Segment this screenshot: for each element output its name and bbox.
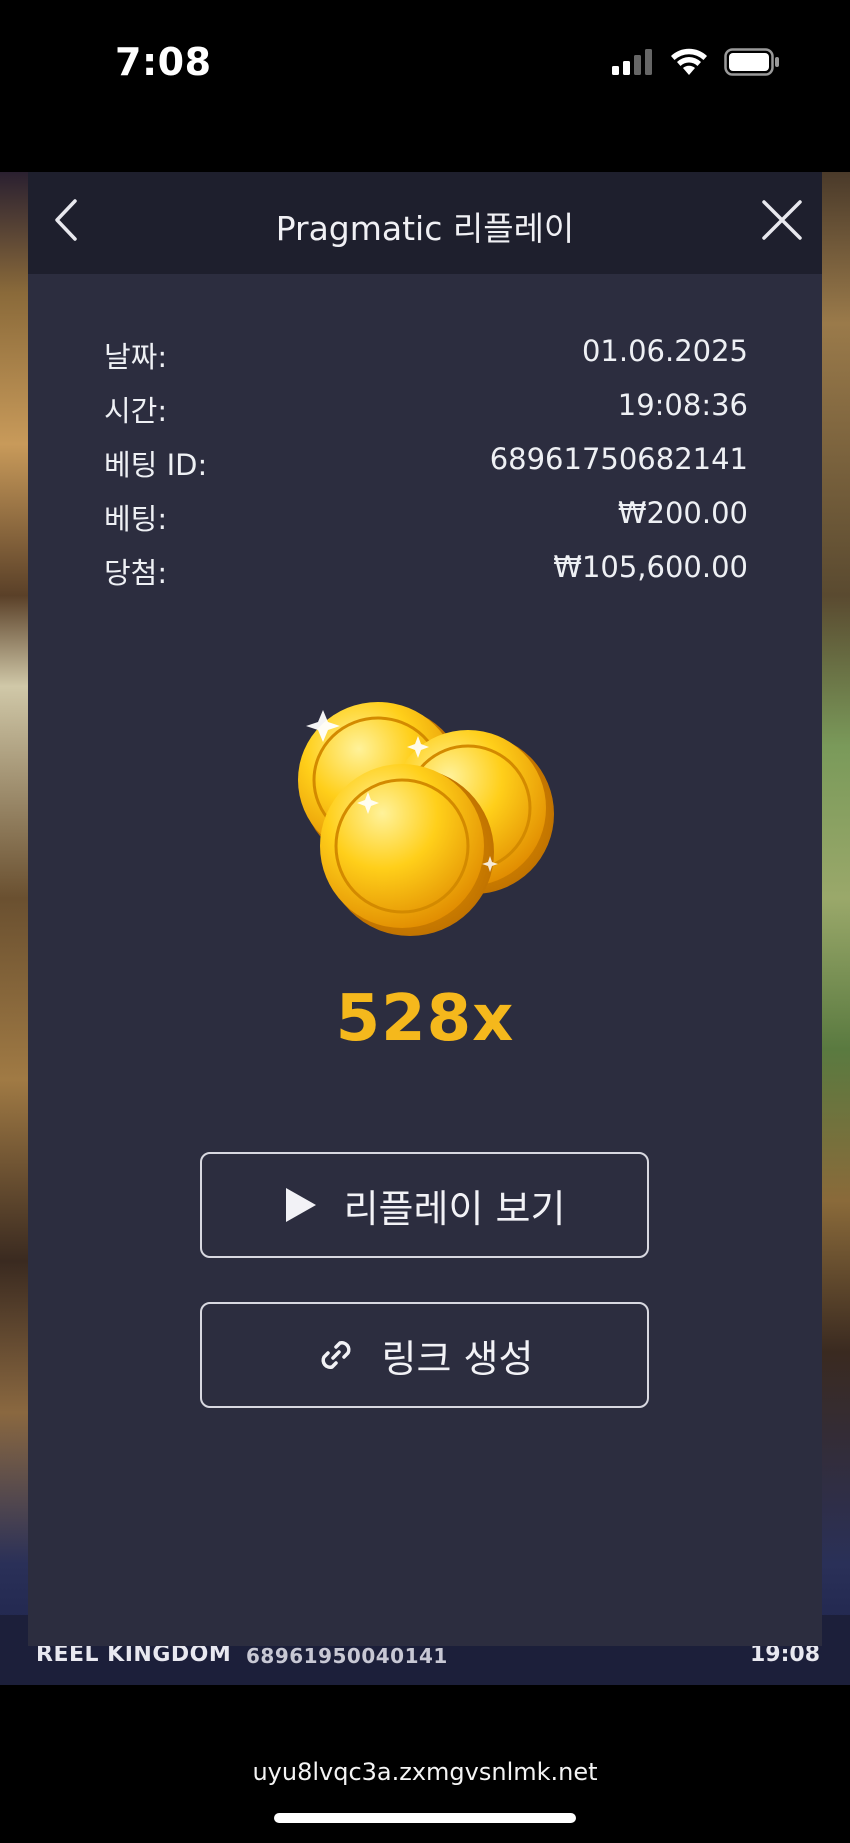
game-background-right: [822, 172, 850, 1685]
status-time: 7:08: [115, 40, 212, 84]
date-value: 01.06.2025: [581, 334, 748, 368]
modal-header: Pragmatic 리플레이: [28, 172, 822, 274]
watch-replay-button[interactable]: 리플레이 보기: [200, 1152, 649, 1258]
battery-icon: [724, 48, 779, 76]
home-indicator[interactable]: [274, 1813, 576, 1823]
win-value: ₩105,600.00: [553, 550, 748, 584]
bet-id-value: 68961750682141: [489, 442, 748, 476]
close-icon: [762, 200, 802, 240]
bet-label: 베팅:: [104, 502, 168, 536]
signal-icon: [612, 49, 652, 75]
info-row-time: 시간: 19:08:36: [104, 388, 748, 442]
date-label: 날짜:: [104, 340, 168, 374]
watch-replay-label: 리플레이 보기: [343, 1186, 566, 1231]
modal-title: Pragmatic 리플레이: [275, 209, 575, 248]
replay-modal: Pragmatic 리플레이 날짜: 01.06.2025 시간: 19:08:…: [28, 172, 822, 1646]
status-bar: 7:08: [0, 0, 850, 172]
wifi-icon: [671, 48, 707, 75]
url-text[interactable]: uyu8lvqc3a.zxmgvsnlmk.net: [0, 1758, 850, 1786]
info-row-bet-id: 베팅 ID: 68961750682141: [104, 442, 748, 496]
link-icon: [321, 1341, 351, 1369]
time-value: 19:08:36: [617, 388, 748, 422]
bet-info: 날짜: 01.06.2025 시간: 19:08:36 베팅 ID: 68961…: [104, 334, 748, 604]
bet-value: ₩200.00: [617, 496, 748, 530]
status-icons: [612, 48, 780, 76]
info-row-bet: 베팅: ₩200.00: [104, 496, 748, 550]
info-row-date: 날짜: 01.06.2025: [104, 334, 748, 388]
info-row-win: 당첨: ₩105,600.00: [104, 550, 748, 604]
create-link-button[interactable]: 링크 생성: [200, 1302, 649, 1408]
close-button[interactable]: [754, 192, 810, 248]
time-label: 시간:: [104, 394, 168, 428]
play-icon: [285, 1188, 316, 1222]
game-round-id: 68961950040141: [246, 1644, 448, 1668]
game-background-left: [0, 172, 30, 1685]
create-link-label: 링크 생성: [381, 1336, 534, 1381]
bet-id-label: 베팅 ID:: [104, 448, 208, 482]
win-label: 당첨:: [104, 556, 168, 590]
gold-coins-icon: [298, 702, 554, 936]
win-multiplier: 528x: [335, 982, 515, 1056]
